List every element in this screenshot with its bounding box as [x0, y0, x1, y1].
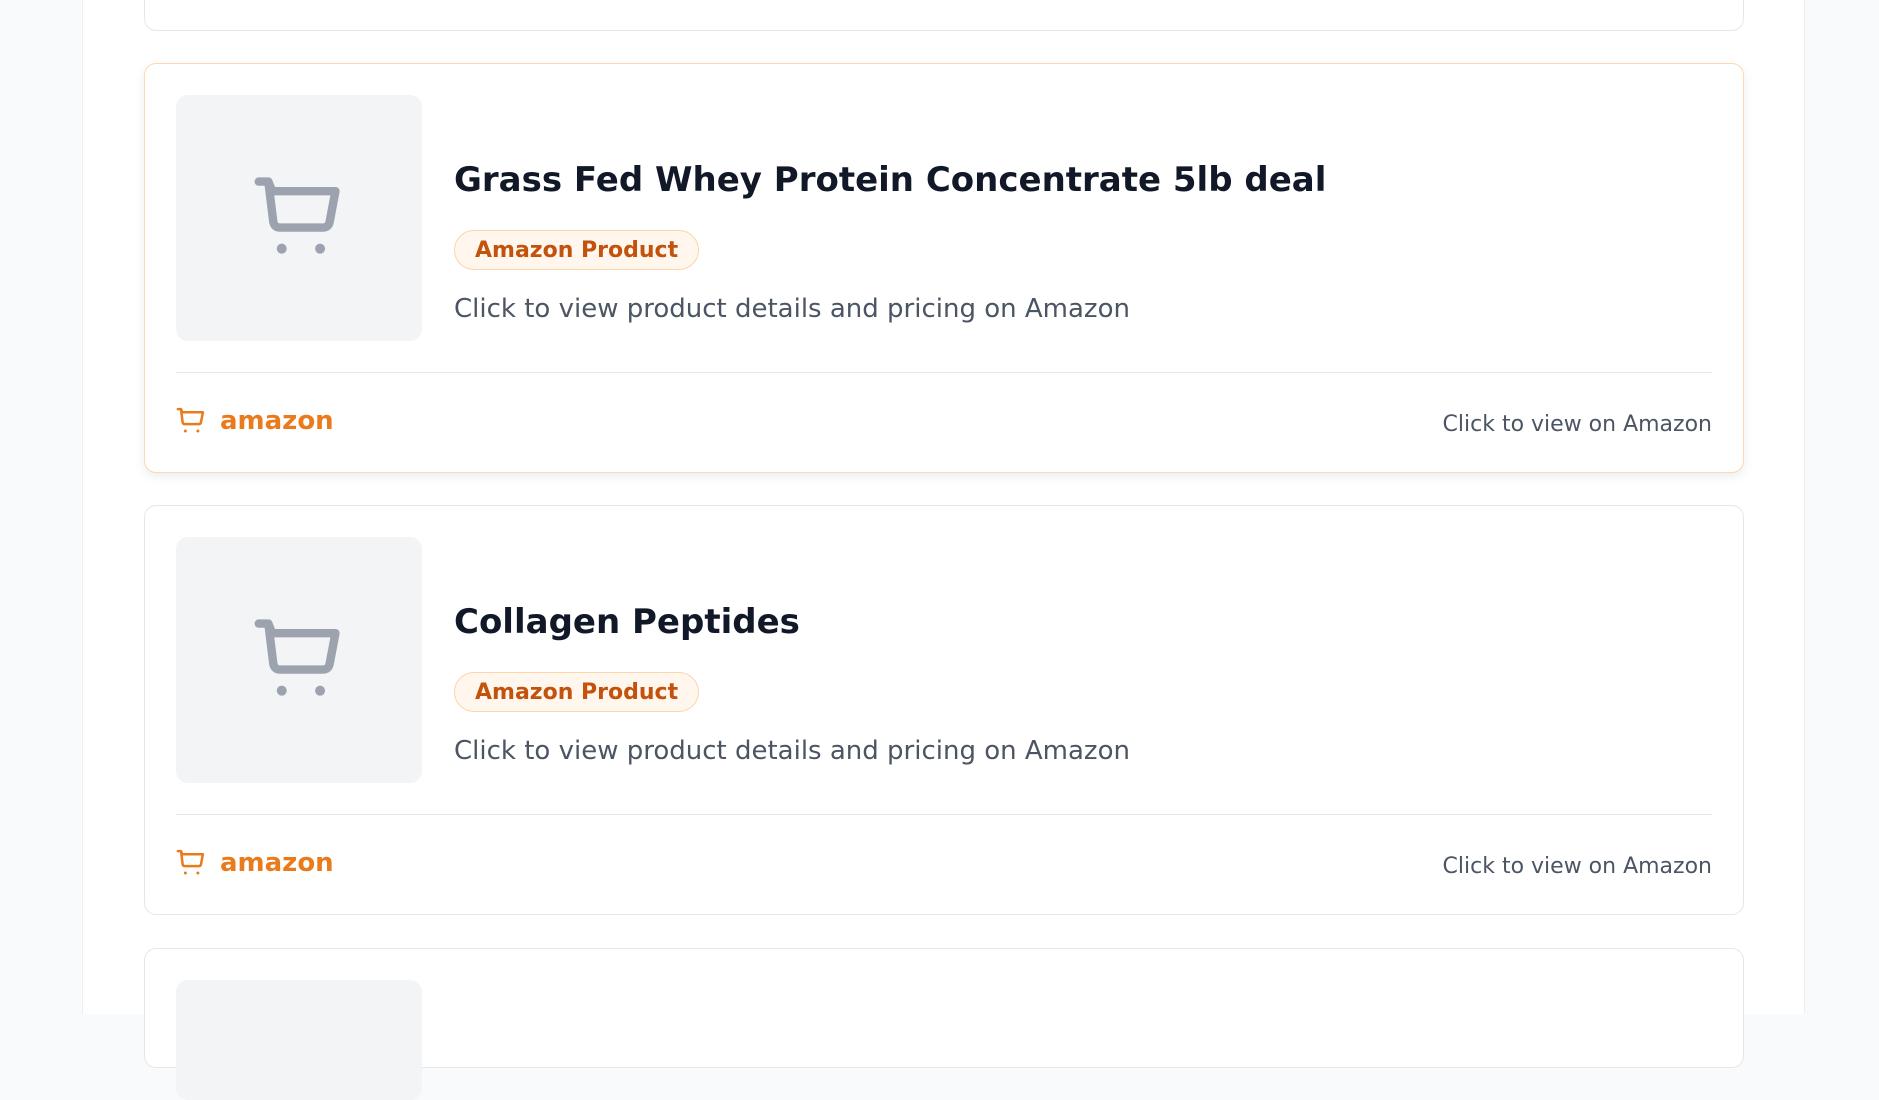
shopping-cart-icon: [254, 619, 340, 696]
product-list-page: Grass Fed Whey Protein Concentrate 5lb d…: [82, 0, 1805, 1100]
card-divider: [176, 814, 1712, 815]
product-source-badge: Amazon Product: [454, 672, 700, 712]
product-card[interactable]: Collagen Peptides Amazon Product Click t…: [144, 505, 1744, 915]
view-on-amazon-link[interactable]: Click to view on Amazon: [1443, 854, 1712, 879]
product-source-badge: Amazon Product: [454, 230, 700, 270]
product-thumbnail: [176, 537, 422, 783]
amazon-brand: amazon: [176, 406, 334, 436]
brand-label: amazon: [220, 848, 334, 878]
product-thumbnail: [176, 95, 422, 341]
product-thumbnail: [176, 980, 422, 1100]
product-card[interactable]: Grass Fed Whey Protein Concentrate 5lb d…: [144, 63, 1744, 473]
shopping-cart-icon: [176, 849, 205, 875]
amazon-brand: amazon: [176, 848, 334, 878]
product-description: Click to view product details and pricin…: [454, 294, 1130, 324]
product-description: Click to view product details and pricin…: [454, 736, 1130, 766]
shopping-cart-icon: [254, 177, 340, 254]
shopping-cart-icon: [176, 407, 205, 433]
product-title[interactable]: Grass Fed Whey Protein Concentrate 5lb d…: [454, 160, 1326, 200]
view-on-amazon-link[interactable]: Click to view on Amazon: [1443, 412, 1712, 437]
product-title[interactable]: Collagen Peptides: [454, 602, 800, 642]
product-card-partial-above[interactable]: [144, 0, 1744, 31]
card-divider: [176, 372, 1712, 373]
product-card-partial-below[interactable]: [144, 948, 1744, 1100]
brand-label: amazon: [220, 406, 334, 436]
